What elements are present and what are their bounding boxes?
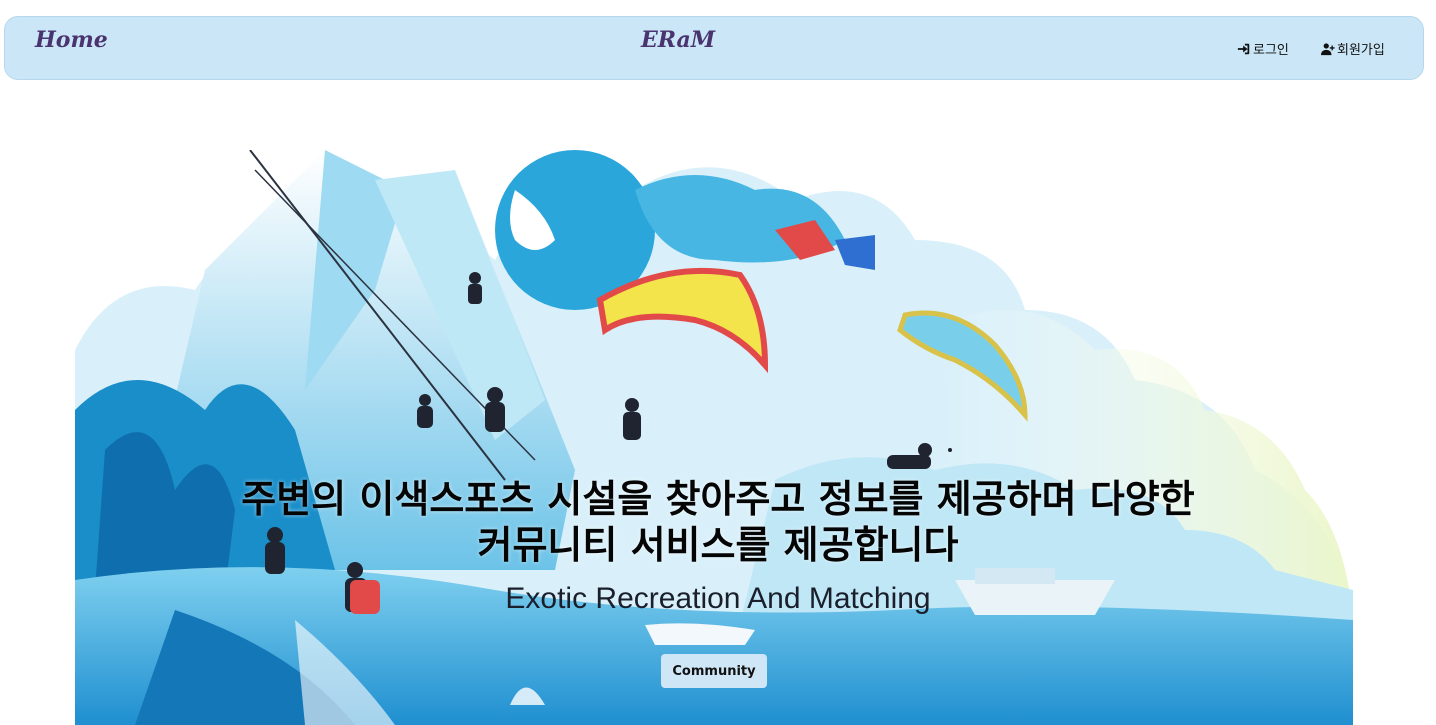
navbar: Home ERaM 로그인 회원가입 [4,16,1424,80]
hero-subtitle: Exotic Recreation And Matching [505,582,931,615]
extreme-sports-collage-image [75,150,1353,725]
user-plus-icon [1321,42,1335,56]
login-link[interactable]: 로그인 [1237,39,1289,58]
headline-line-1: 주변의 이색스포츠 시설을 찾아주고 정보를 제공하며 다양한 [241,477,1195,521]
home-link[interactable]: Home [35,27,108,53]
hero-headline: 주변의 이색스포츠 시설을 찾아주고 정보를 제공하며 다양한 커뮤니티 서비스… [0,476,1436,568]
signup-label: 회원가입 [1337,43,1385,58]
login-label: 로그인 [1253,43,1289,58]
community-button[interactable]: Community [661,654,767,688]
sign-in-icon [1237,42,1251,56]
signup-link[interactable]: 회원가입 [1321,39,1385,58]
hero-illustration [75,150,1353,725]
headline-line-2: 커뮤니티 서비스를 제공합니다 [477,523,959,567]
brand-logo-link[interactable]: ERaM [641,27,715,53]
